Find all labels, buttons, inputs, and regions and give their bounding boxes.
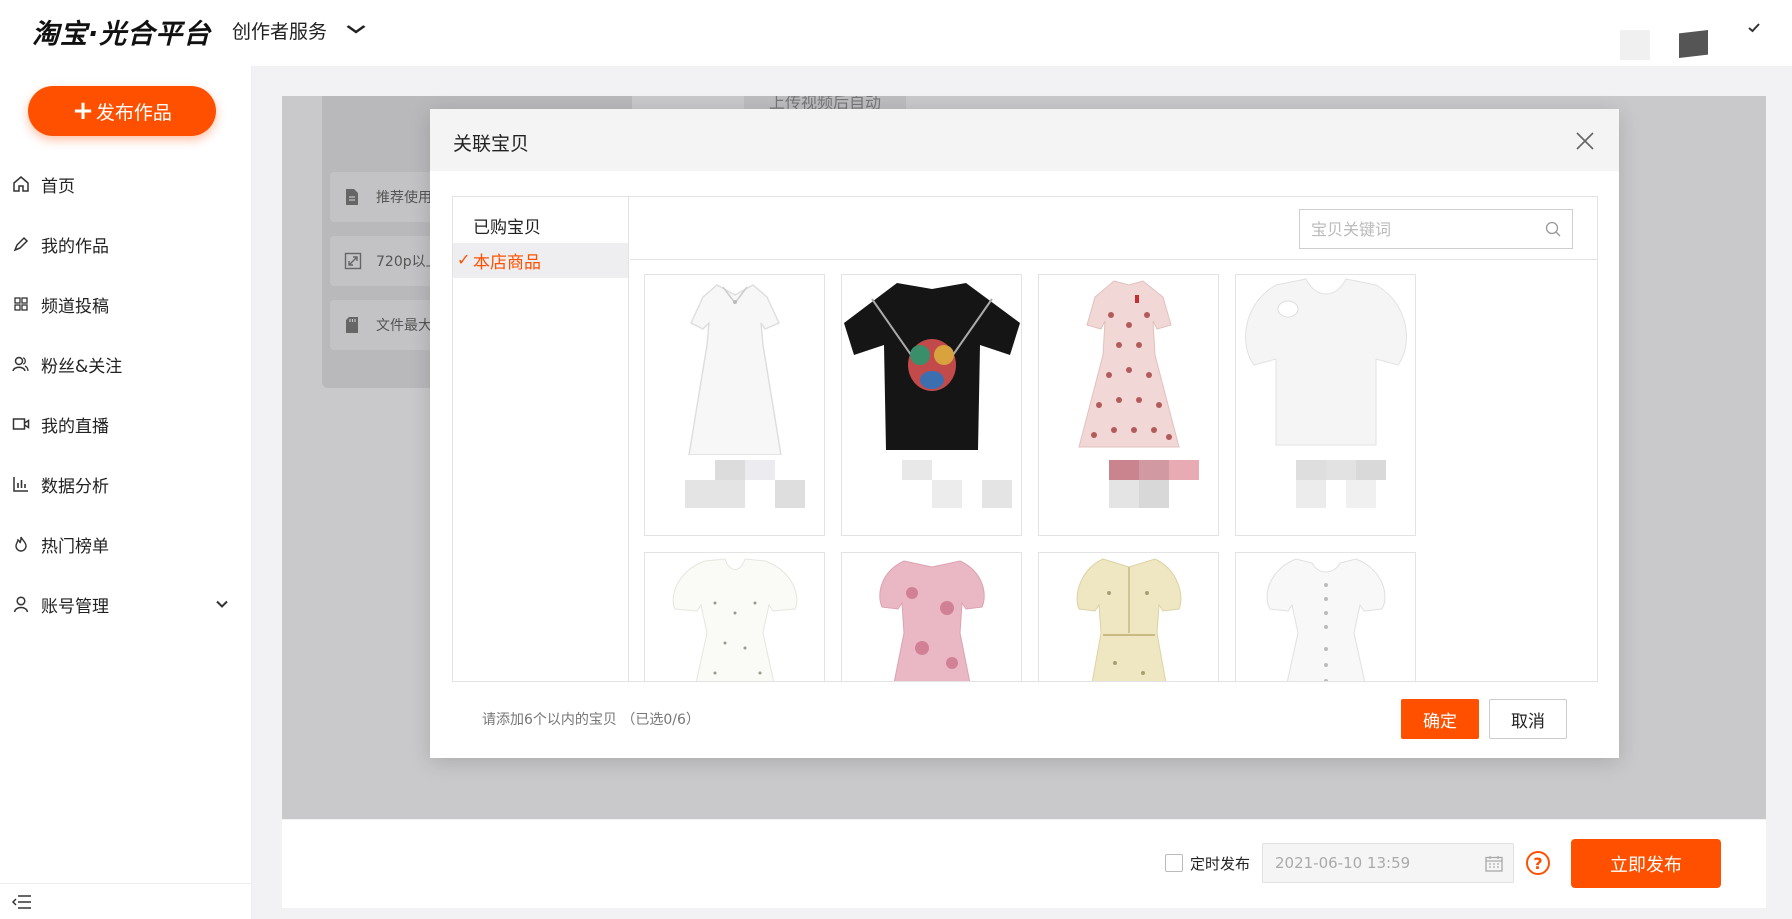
product-card-white-button-dress[interactable] xyxy=(1235,552,1416,681)
avatar[interactable] xyxy=(1620,30,1650,60)
sidebar-item-label: 账号管理 xyxy=(41,596,109,617)
requirement-label: 文件最大 xyxy=(376,318,432,334)
product-card-white-floral-dress[interactable] xyxy=(644,552,825,681)
cancel-button[interactable]: 取消 xyxy=(1489,699,1567,739)
requirement-label: 推荐使用 xyxy=(376,190,432,206)
search-row xyxy=(630,197,1597,260)
schedule-publish-checkbox[interactable] xyxy=(1165,854,1183,872)
product-image xyxy=(1039,275,1218,455)
product-card-white-top[interactable] xyxy=(1235,274,1416,536)
account-dropdown-icon[interactable] xyxy=(1748,18,1760,37)
sidebar-item-label: 频道投稿 xyxy=(41,296,109,317)
sidebar-item-label: 首页 xyxy=(41,176,75,197)
publish-now-button[interactable]: 立即发布 xyxy=(1571,839,1721,888)
user-icon xyxy=(11,594,31,614)
product-grid xyxy=(630,261,1597,681)
sidebar-item-live[interactable]: 我的直播 xyxy=(0,394,252,454)
tab-label: 本店商品 xyxy=(473,253,541,273)
modal-body: 已购宝贝 ✓ 本店商品 xyxy=(452,196,1598,682)
tab-store-products[interactable]: ✓ 本店商品 xyxy=(453,243,628,278)
resize-icon xyxy=(344,252,362,270)
checkmark-icon: ✓ xyxy=(457,250,471,269)
link-product-modal: 关联宝贝 已购宝贝 ✓ 本店商品 宝贝关键词 请添加6个以内的宝贝 （已选0/6… xyxy=(430,109,1619,758)
collapse-menu-icon[interactable] xyxy=(11,894,32,914)
sidebar-collapse-bar[interactable] xyxy=(0,883,252,919)
sd-card-icon xyxy=(344,316,362,334)
close-icon[interactable] xyxy=(1575,131,1595,151)
publish-work-label: 发布作品 xyxy=(95,101,172,124)
product-card-black-top[interactable] xyxy=(841,274,1022,536)
schedule-datetime-input[interactable]: 2021-06-10 13:59 xyxy=(1262,843,1514,883)
sidebar-item-label: 热门榜单 xyxy=(41,536,109,557)
product-card-white-dress[interactable] xyxy=(644,274,825,536)
product-image xyxy=(842,553,1021,681)
plus-icon: + xyxy=(72,96,94,126)
product-card-pink-dress[interactable] xyxy=(1038,274,1219,536)
blurred-product-title xyxy=(1049,460,1209,520)
tab-purchased-items[interactable]: 已购宝贝 xyxy=(453,208,628,243)
sidebar-item-label: 我的直播 xyxy=(41,416,109,437)
pen-icon xyxy=(11,234,31,254)
home-icon xyxy=(11,174,31,194)
sidebar: + 发布作品 首页 我的作品 频道投稿 粉丝&关注 我的直播 数据分析 热门榜单… xyxy=(0,66,252,919)
product-card-pink-floral-dress[interactable] xyxy=(841,552,1022,681)
sidebar-item-analytics[interactable]: 数据分析 xyxy=(0,454,252,514)
product-image xyxy=(1236,275,1415,455)
message-icon[interactable] xyxy=(1679,30,1708,58)
selection-limit-note: 请添加6个以内的宝贝 （已选0/6） xyxy=(482,712,700,728)
search-icon[interactable] xyxy=(1544,220,1562,242)
grid-icon xyxy=(11,294,31,314)
sidebar-item-rankings[interactable]: 热门榜单 xyxy=(0,514,252,574)
sidebar-item-my-works[interactable]: 我的作品 xyxy=(0,214,252,274)
chevron-down-icon xyxy=(216,597,228,611)
chevron-down-icon xyxy=(346,22,366,38)
sidebar-item-label: 数据分析 xyxy=(41,476,109,497)
calendar-icon xyxy=(1485,855,1503,876)
product-search-input[interactable] xyxy=(1311,219,1541,239)
product-search-box[interactable] xyxy=(1299,209,1573,249)
users-icon xyxy=(11,354,31,374)
modal-header: 关联宝贝 xyxy=(430,109,1619,171)
sidebar-item-label: 我的作品 xyxy=(41,236,109,257)
product-source-tabs: 已购宝贝 ✓ 本店商品 xyxy=(453,197,629,681)
product-image xyxy=(842,275,1021,455)
product-image xyxy=(645,275,824,455)
blurred-product-title xyxy=(1246,460,1406,520)
blurred-product-title xyxy=(655,460,815,520)
product-image xyxy=(645,553,824,681)
modal-title: 关联宝贝 xyxy=(453,133,530,155)
blurred-product-title xyxy=(852,460,1012,520)
sidebar-item-channel[interactable]: 频道投稿 xyxy=(0,274,252,334)
platform-logo[interactable]: 淘宝·光合平台 xyxy=(32,12,211,51)
top-header: 淘宝·光合平台 创作者服务 xyxy=(0,0,1792,66)
sidebar-item-label: 粉丝&关注 xyxy=(41,356,123,377)
video-icon xyxy=(11,414,31,434)
help-icon[interactable]: ? xyxy=(1526,851,1550,875)
flame-icon xyxy=(11,534,31,554)
document-icon xyxy=(344,188,362,206)
product-image xyxy=(1236,553,1415,681)
schedule-datetime-value: 2021-06-10 13:59 xyxy=(1275,854,1411,872)
confirm-button[interactable]: 确定 xyxy=(1401,699,1479,739)
sidebar-item-fans[interactable]: 粉丝&关注 xyxy=(0,334,252,394)
bar-chart-icon xyxy=(11,474,31,494)
tab-label: 已购宝贝 xyxy=(473,218,541,238)
publish-work-button[interactable]: + 发布作品 xyxy=(28,86,216,136)
service-label: 创作者服务 xyxy=(232,20,328,43)
service-switcher[interactable]: 创作者服务 xyxy=(232,15,366,45)
sidebar-item-account[interactable]: 账号管理 xyxy=(0,574,252,634)
product-card-yellow-floral-dress[interactable] xyxy=(1038,552,1219,681)
sidebar-item-home[interactable]: 首页 xyxy=(0,154,252,214)
schedule-publish-label[interactable]: 定时发布 xyxy=(1190,853,1250,874)
sidebar-nav: 首页 我的作品 频道投稿 粉丝&关注 我的直播 数据分析 热门榜单 账号管理 xyxy=(0,154,252,634)
product-image xyxy=(1039,553,1218,681)
